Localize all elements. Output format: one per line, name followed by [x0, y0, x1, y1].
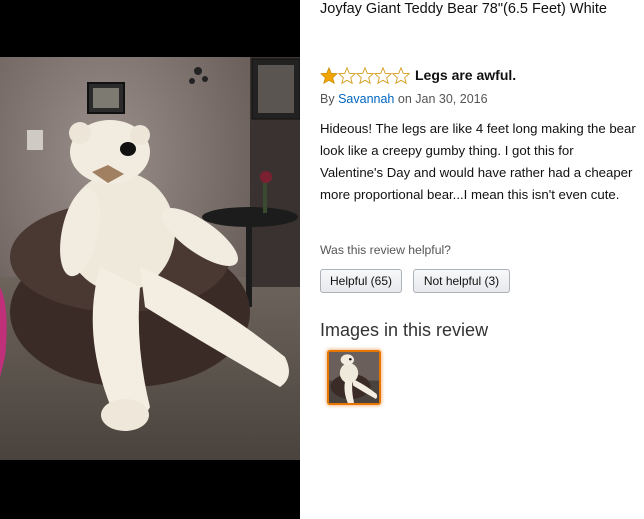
review-date: Jan 30, 2016	[415, 92, 488, 106]
product-title[interactable]: Joyfay Giant Teddy Bear 78"(6.5 Feet) Wh…	[320, 0, 638, 20]
teddy-bear-photo	[0, 57, 300, 460]
on-label: on	[397, 92, 412, 106]
star-empty-icon	[392, 66, 410, 84]
helpful-button[interactable]: Helpful (65)	[320, 269, 402, 293]
photo-viewer	[0, 0, 300, 519]
review-image-thumbnail[interactable]	[327, 350, 381, 405]
images-section-heading: Images in this review	[320, 320, 489, 340]
review-photo	[0, 57, 300, 460]
star-empty-icon	[356, 66, 374, 84]
star-empty-icon	[338, 66, 356, 84]
helpful-question: Was this review helpful?	[320, 243, 451, 257]
teddy-bear-thumbnail-image	[329, 352, 379, 403]
not-helpful-button[interactable]: Not helpful (3)	[413, 269, 510, 293]
review-title[interactable]: Legs are awful.	[415, 67, 516, 83]
star-empty-icon	[374, 66, 392, 84]
by-label: By	[320, 92, 335, 106]
star-rating	[320, 66, 410, 84]
star-filled-icon	[320, 66, 338, 84]
review-detail-panel: Joyfay Giant Teddy Bear 78"(6.5 Feet) Wh…	[300, 0, 644, 519]
rating-row: Legs are awful.	[320, 66, 516, 84]
review-byline: By Savannah on Jan 30, 2016	[320, 92, 488, 106]
review-body: Hideous! The legs are like 4 feet long m…	[320, 121, 636, 202]
author-link[interactable]: Savannah	[338, 92, 394, 106]
